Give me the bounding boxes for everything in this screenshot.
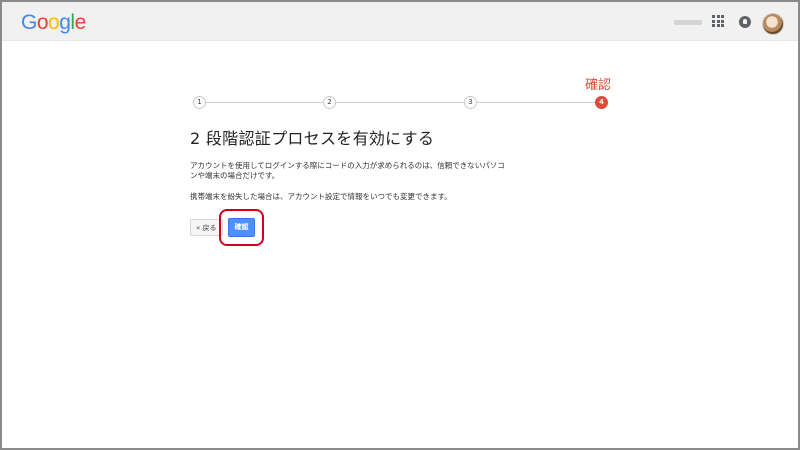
logo-letter-e: e [74,11,87,34]
top-bar: Google [2,2,798,41]
apps-grid-icon[interactable] [712,15,724,27]
confirm-button[interactable]: 確認 [228,218,255,237]
step-2: 2 [323,96,336,109]
step-1: 1 [193,96,206,109]
description-text: アカウントを使用してログインする際にコードの入力が求められるのは、信頼できないパ… [190,161,505,180]
logo-letter-g2: g [59,11,71,34]
page-title: 2 段階認証プロセスを有効にする [190,129,435,148]
stepper-line [200,102,600,103]
description-text-2: 携帯端末を紛失した場合は、アカウント設定で情報をいつでも変更できます。 [190,192,452,201]
logo-letter-o2: o [48,11,60,34]
notifications-icon[interactable] [739,16,751,28]
avatar[interactable] [762,13,784,35]
account-name-blurred[interactable] [674,20,702,25]
back-button[interactable]: « 戻る [190,219,223,236]
step-3: 3 [464,96,477,109]
logo-letter-o1: o [36,11,49,34]
active-step-label: 確認 [584,78,611,93]
progress-stepper: 1 2 3 4 確認 [190,74,611,114]
step-4-active: 4 [595,96,608,109]
google-logo[interactable]: Google [21,11,86,35]
window-border [0,0,800,450]
logo-letter-g: G [21,11,37,34]
